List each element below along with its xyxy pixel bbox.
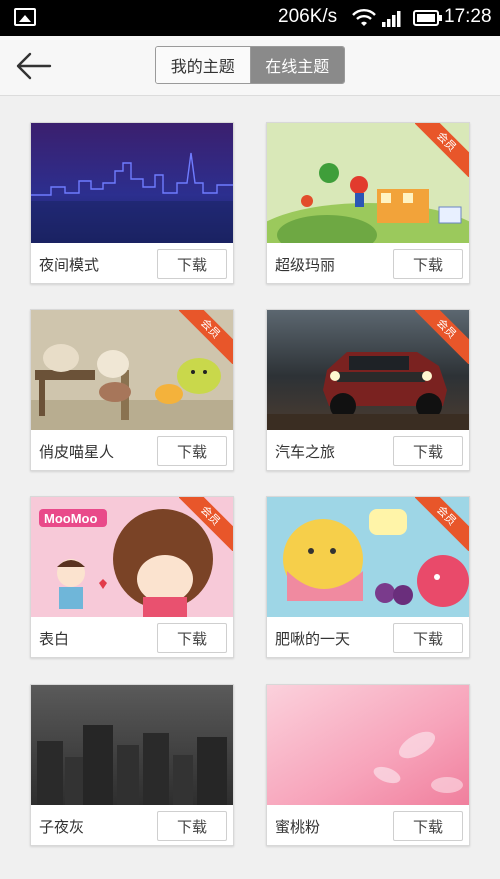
tab-my-themes[interactable]: 我的主题 <box>156 47 250 83</box>
vip-ribbon: 会员 <box>415 497 469 551</box>
theme-name: 表白 <box>39 630 70 648</box>
theme-thumbnail[interactable] <box>31 123 233 243</box>
theme-name: 夜间模式 <box>39 256 100 274</box>
theme-thumbnail[interactable] <box>31 685 233 805</box>
download-button[interactable]: 下载 <box>157 249 227 279</box>
theme-card[interactable]: 会员 超级玛丽 下载 <box>266 122 470 284</box>
download-button[interactable]: 下载 <box>393 436 463 466</box>
theme-tab-switcher: 我的主题 在线主题 <box>155 46 345 84</box>
image-notification-icon <box>14 8 36 26</box>
download-button[interactable]: 下载 <box>157 811 227 841</box>
theme-card[interactable]: 子夜灰 下载 <box>30 684 234 846</box>
arrow-left-icon[interactable] <box>14 48 54 84</box>
theme-card[interactable]: 夜间模式 下载 <box>30 122 234 284</box>
vip-ribbon: 会员 <box>415 123 469 177</box>
wifi-icon <box>352 9 376 26</box>
svg-text:MooMoo: MooMoo <box>44 511 97 526</box>
tab-online-themes[interactable]: 在线主题 <box>249 47 344 83</box>
theme-name: 蜜桃粉 <box>275 818 321 836</box>
theme-card[interactable]: 会员 肥啾的一天 下载 <box>266 496 470 658</box>
download-button[interactable]: 下载 <box>393 249 463 279</box>
theme-name: 俏皮喵星人 <box>39 443 115 461</box>
vip-ribbon: 会员 <box>415 310 469 364</box>
vip-ribbon: 会员 <box>179 497 233 551</box>
clock: 17:28 <box>444 6 492 27</box>
theme-name: 子夜灰 <box>39 818 85 836</box>
theme-card[interactable]: 会员 俏皮喵星人 下载 <box>30 309 234 471</box>
vip-ribbon: 会员 <box>179 310 233 364</box>
theme-card[interactable]: MooMoo 会员 表白 下载 <box>30 496 234 658</box>
download-button[interactable]: 下载 <box>393 623 463 653</box>
theme-name: 超级玛丽 <box>275 256 336 274</box>
status-bar: 206K/s 17:28 <box>0 0 500 36</box>
theme-thumbnail[interactable] <box>267 685 469 805</box>
app-header: 我的主题 在线主题 <box>0 36 500 96</box>
download-button[interactable]: 下载 <box>157 623 227 653</box>
signal-icon <box>382 11 401 27</box>
battery-icon <box>413 10 442 26</box>
theme-name: 汽车之旅 <box>275 443 336 461</box>
theme-name: 肥啾的一天 <box>275 630 351 648</box>
download-button[interactable]: 下载 <box>157 436 227 466</box>
download-button[interactable]: 下载 <box>393 811 463 841</box>
theme-card[interactable]: 蜜桃粉 下载 <box>266 684 470 846</box>
theme-card[interactable]: 会员 汽车之旅 下载 <box>266 309 470 471</box>
network-speed: 206K/s <box>278 6 338 27</box>
